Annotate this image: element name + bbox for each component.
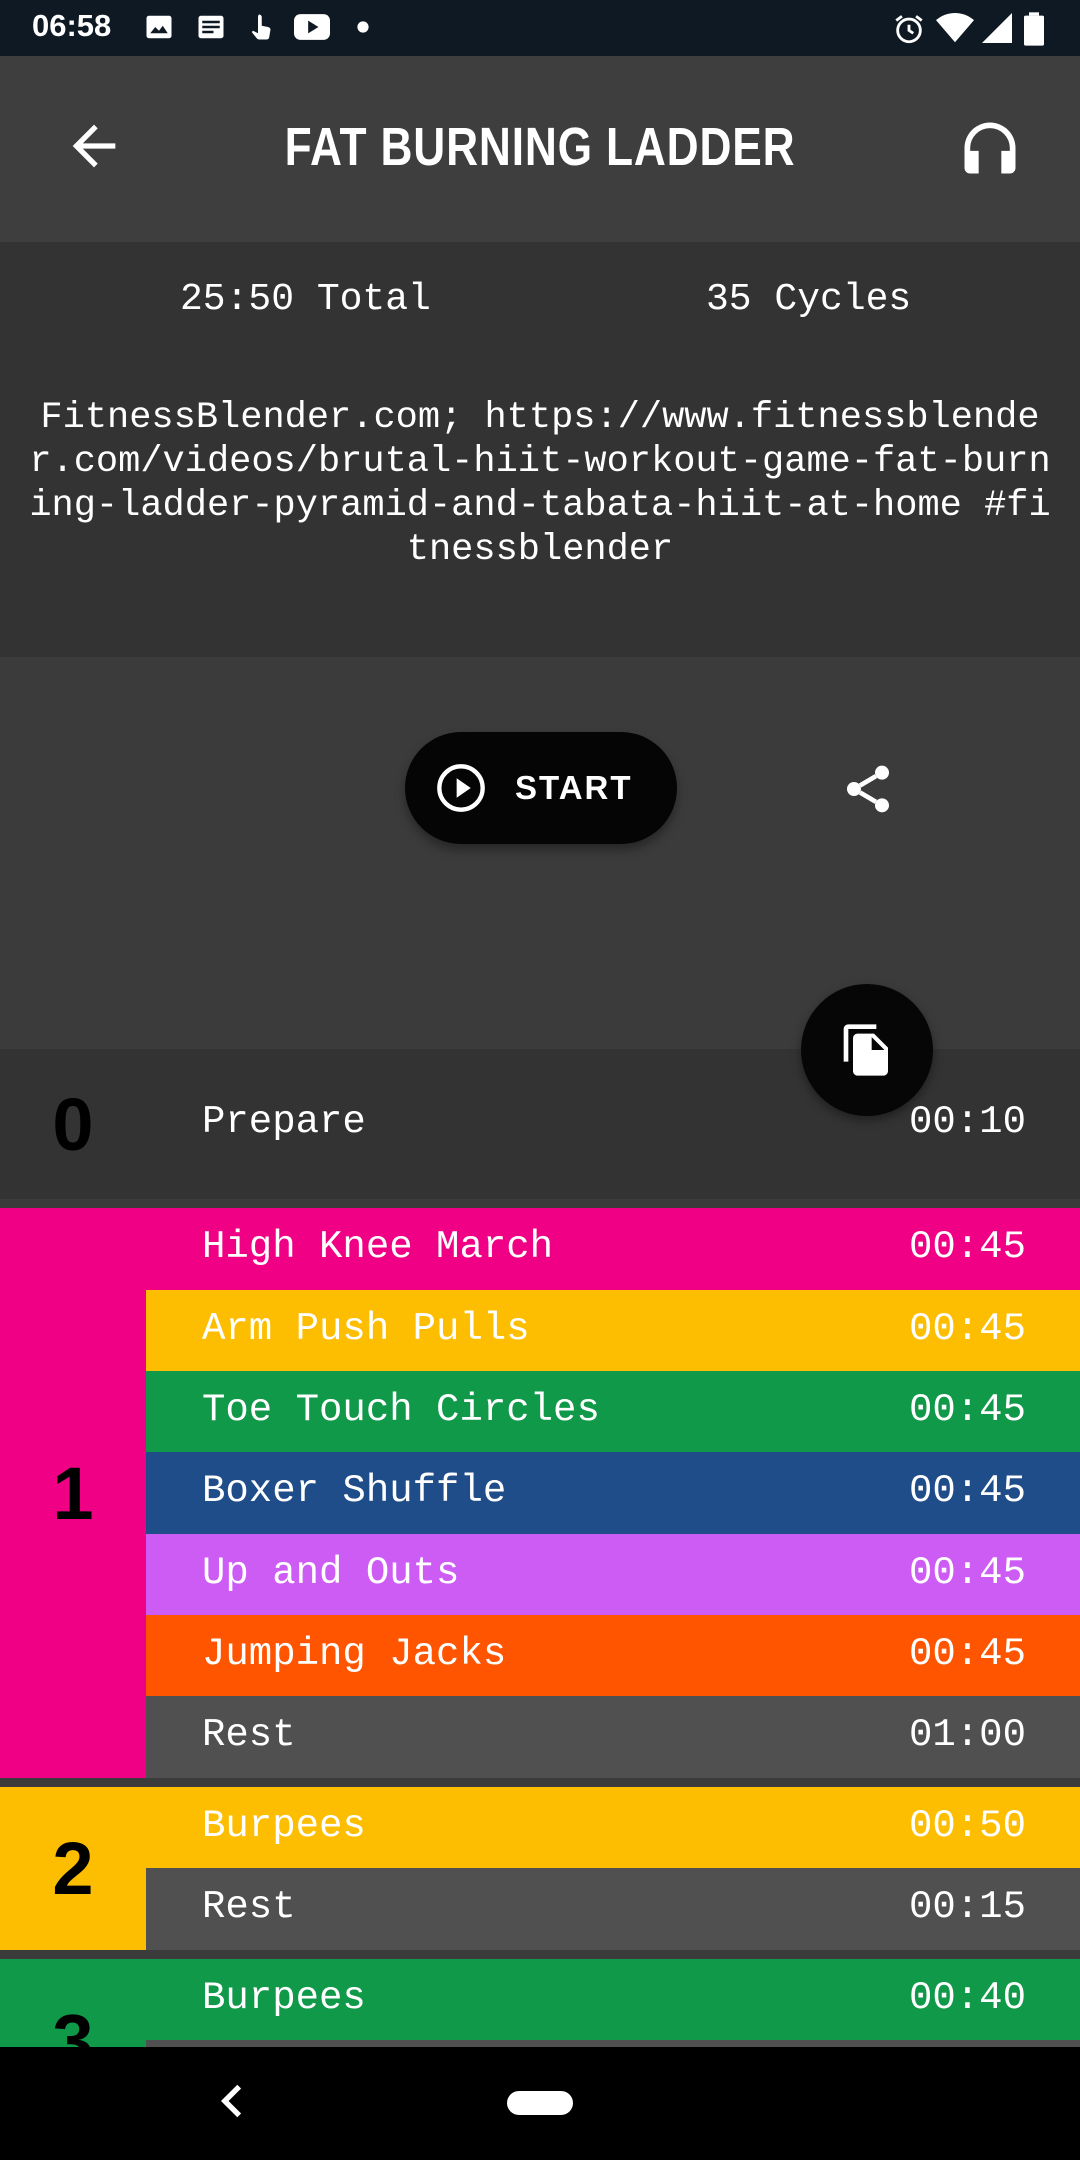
interval-name: Boxer Shuffle [202, 1469, 507, 1513]
interval-row[interactable]: Arm Push Pulls 00:45 [146, 1290, 1080, 1372]
set-number: 0 [52, 1082, 94, 1166]
action-area: START [0, 657, 1080, 1049]
interval-row[interactable] [146, 2040, 1080, 2047]
interval-duration: 00:40 [908, 1976, 1026, 2020]
copy-icon [843, 1024, 888, 1076]
interval-name: Prepare [202, 1100, 366, 1144]
app-bar: FAT BURNING LADDER [0, 56, 1080, 242]
system-nav-bar [0, 2047, 1080, 2160]
headphones-icon[interactable] [956, 114, 1024, 182]
interval-duration: 00:45 [908, 1551, 1026, 1595]
interval-row[interactable]: Prepare 00:10 [146, 1083, 1080, 1165]
play-circle-icon [437, 764, 485, 812]
interval-row[interactable]: Burpees 00:40 [146, 1959, 1080, 2041]
share-icon[interactable] [840, 761, 896, 817]
nav-back-icon[interactable] [218, 2083, 246, 2119]
workout-summary: 25:50 Total 35 Cycles FitnessBlender.com… [0, 242, 1080, 657]
interval-row[interactable]: Rest 00:15 [146, 1868, 1080, 1950]
interval-name: Jumping Jacks [202, 1632, 507, 1676]
page-title: FAT BURNING LADDER [284, 117, 796, 177]
interval-row[interactable]: Jumping Jacks 00:45 [146, 1615, 1080, 1697]
interval-duration: 00:45 [908, 1632, 1026, 1676]
interval-duration: 00:45 [908, 1469, 1026, 1513]
image-notification-icon [146, 15, 172, 39]
interval-row[interactable]: Toe Touch Circles 00:45 [146, 1371, 1080, 1453]
battery-icon [1024, 12, 1044, 46]
set-group-1: 1 High Knee March 00:45 Arm Push Pulls 0… [0, 1208, 1080, 1778]
set-group-2: 2 Burpees 00:50 Rest 00:15 [0, 1787, 1080, 1950]
interval-name: Up and Outs [202, 1551, 460, 1595]
interval-name: Arm Push Pulls [202, 1307, 530, 1351]
interval-row[interactable]: Burpees 00:50 [146, 1787, 1080, 1869]
interval-duration: 00:10 [908, 1100, 1026, 1144]
interval-row[interactable]: Rest 01:00 [146, 1696, 1080, 1778]
interval-name: Rest [202, 1713, 296, 1757]
interval-row[interactable]: Up and Outs 00:45 [146, 1534, 1080, 1616]
interval-name: Toe Touch Circles [202, 1388, 600, 1432]
interval-name: Burpees [202, 1976, 366, 2020]
touch-notification-icon [251, 14, 271, 40]
start-button[interactable]: START [405, 732, 677, 844]
set-number: 1 [52, 1451, 94, 1535]
interval-row[interactable]: Boxer Shuffle 00:45 [146, 1452, 1080, 1534]
total-duration: 25:50 Total [180, 278, 431, 321]
interval-duration: 00:50 [908, 1804, 1026, 1848]
start-label: START [515, 769, 633, 806]
alarm-icon [895, 15, 923, 44]
interval-duration: 00:45 [908, 1225, 1026, 1269]
cycle-count: 35 Cycles [706, 278, 912, 321]
interval-row[interactable]: High Knee March 00:45 [146, 1208, 1080, 1290]
status-bar: 06:58 [0, 0, 1080, 56]
interval-list: 0 Prepare 00:10 1 High Knee March 00:45 … [0, 1049, 1080, 2047]
status-time: 06:58 [32, 8, 112, 43]
wifi-icon [936, 12, 974, 43]
copy-workout-button[interactable] [801, 984, 933, 1116]
cellular-signal-icon [982, 13, 1012, 43]
interval-duration: 00:45 [908, 1307, 1026, 1351]
set-number: 3 [52, 1999, 94, 2047]
set-number: 2 [52, 1827, 94, 1910]
set-group-3: 3 Burpees 00:40 [0, 1959, 1080, 2047]
interval-name: Rest [202, 1885, 296, 1929]
interval-duration: 00:45 [908, 1388, 1026, 1432]
workout-description: FitnessBlender.com; https://www.fitnessb… [29, 397, 1051, 571]
nav-home-pill[interactable] [507, 2091, 573, 2115]
interval-duration: 01:00 [908, 1713, 1026, 1757]
news-notification-icon [198, 15, 224, 39]
interval-name: High Knee March [202, 1225, 554, 1269]
more-notifications-dot-icon [357, 21, 369, 33]
interval-duration: 00:15 [908, 1885, 1026, 1929]
youtube-notification-icon [294, 14, 330, 40]
interval-name: Burpees [202, 1804, 366, 1848]
